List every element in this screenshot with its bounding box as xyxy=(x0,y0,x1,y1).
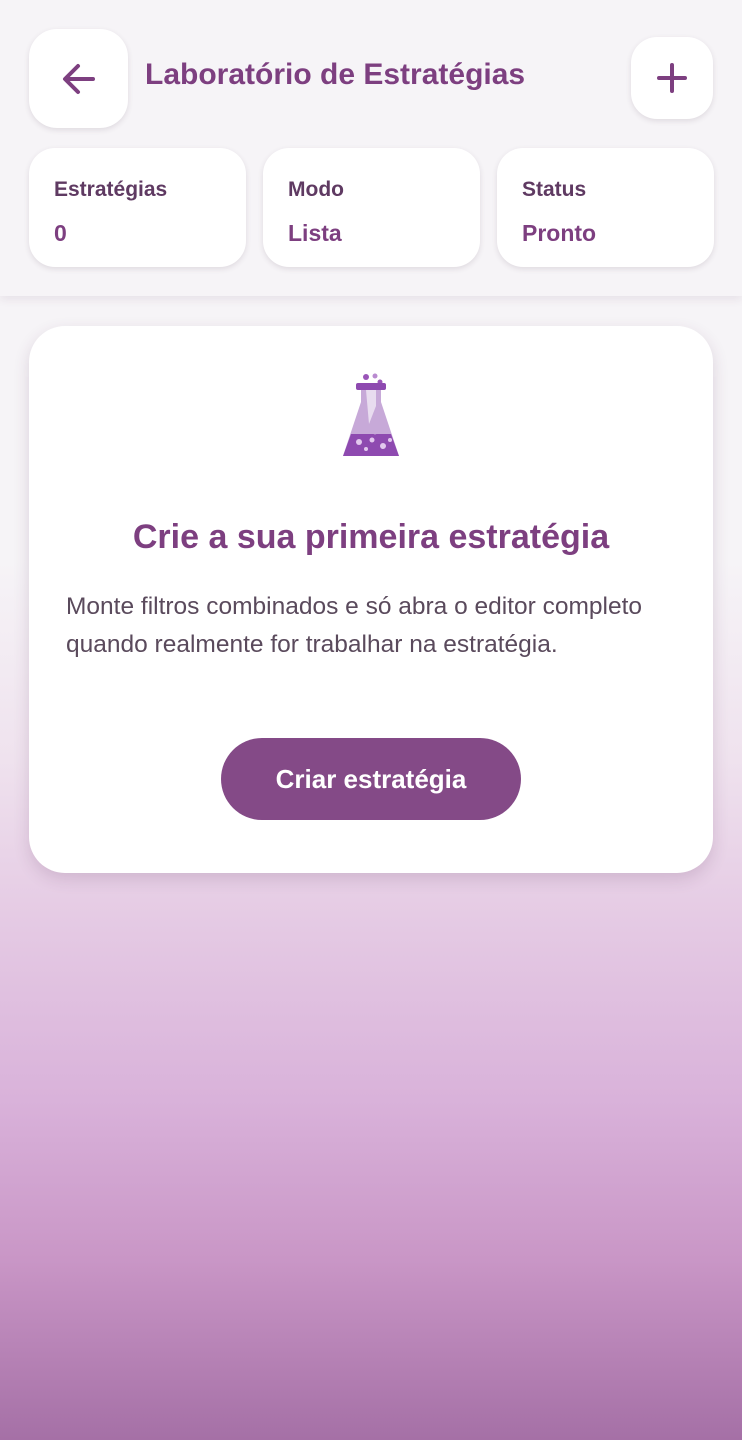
back-button[interactable] xyxy=(29,29,128,128)
stat-value: Lista xyxy=(288,220,342,246)
stat-label: Modo xyxy=(288,178,344,201)
empty-state-description: Monte filtros combinados e só abra o edi… xyxy=(66,593,643,658)
stat-value: 0 xyxy=(54,220,67,246)
stat-card-strategies: Estratégias 0 xyxy=(29,148,246,267)
stat-card-mode: Modo Lista xyxy=(263,148,480,267)
plus-icon xyxy=(657,63,687,93)
stat-value: Pronto xyxy=(522,220,597,246)
top-bar: Laboratório de Estratégias Estratégias 0… xyxy=(0,0,742,296)
create-strategy-button[interactable]: Criar estratégia xyxy=(221,738,521,820)
empty-state-title: Crie a sua primeira estratégia xyxy=(132,518,610,556)
stat-card-status: Status Pronto xyxy=(497,148,714,267)
flask-icon xyxy=(343,373,399,456)
page-title: Laboratório de Estratégias xyxy=(145,58,526,91)
add-strategy-button[interactable] xyxy=(631,37,713,119)
stat-label: Estratégias xyxy=(54,178,168,201)
empty-state-card: Crie a sua primeira estratégia Monte fil… xyxy=(29,326,713,873)
arrow-left-icon xyxy=(62,63,95,94)
stat-label: Status xyxy=(522,178,587,201)
